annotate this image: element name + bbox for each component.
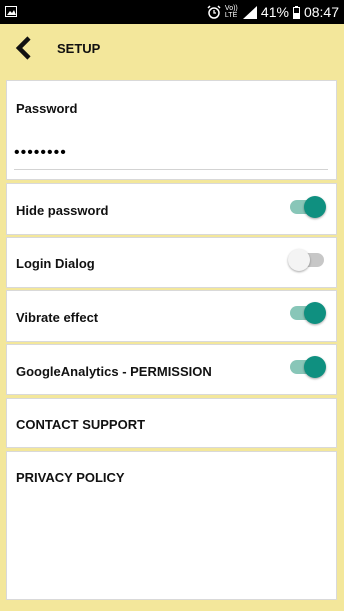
back-button[interactable] (8, 32, 40, 64)
network-label: Vo)) LTE (224, 5, 238, 19)
setting-google-analytics[interactable]: GoogleAnalytics - PERMISSION (7, 345, 336, 394)
password-field[interactable] (14, 137, 328, 170)
setting-login-dialog[interactable]: Login Dialog (7, 238, 336, 287)
battery-percent: 41% (260, 4, 289, 20)
login-dialog-toggle[interactable] (288, 248, 326, 272)
clock: 08:47 (303, 4, 339, 20)
hide-password-toggle[interactable] (288, 195, 326, 219)
battery-icon (292, 5, 300, 19)
privacy-policy-link[interactable]: PRIVACY POLICY (7, 452, 336, 599)
privacy-policy-label: PRIVACY POLICY (16, 470, 125, 485)
setting-vibrate-effect[interactable]: Vibrate effect (7, 291, 336, 341)
contact-support-label: CONTACT SUPPORT (16, 417, 146, 432)
setting-label: GoogleAnalytics - PERMISSION (16, 364, 212, 379)
signal-icon (242, 5, 257, 19)
app-bar: SETUP (0, 24, 344, 78)
status-bar: Vo)) LTE 41% 08:47 (0, 0, 344, 24)
contact-support-link[interactable]: CONTACT SUPPORT (7, 399, 336, 447)
image-notification-icon (5, 6, 17, 17)
chevron-left-icon (15, 36, 31, 60)
alarm-icon (207, 5, 221, 19)
page-title: SETUP (57, 41, 101, 56)
google-analytics-toggle[interactable] (288, 355, 326, 379)
setting-label: Hide password (16, 203, 109, 218)
vibrate-effect-toggle[interactable] (288, 301, 326, 325)
setting-hide-password[interactable]: Hide password (7, 184, 336, 234)
setting-label: Login Dialog (16, 256, 95, 271)
setting-label: Vibrate effect (16, 310, 99, 325)
password-label: Password (16, 101, 78, 116)
password-card: Password (7, 81, 336, 179)
